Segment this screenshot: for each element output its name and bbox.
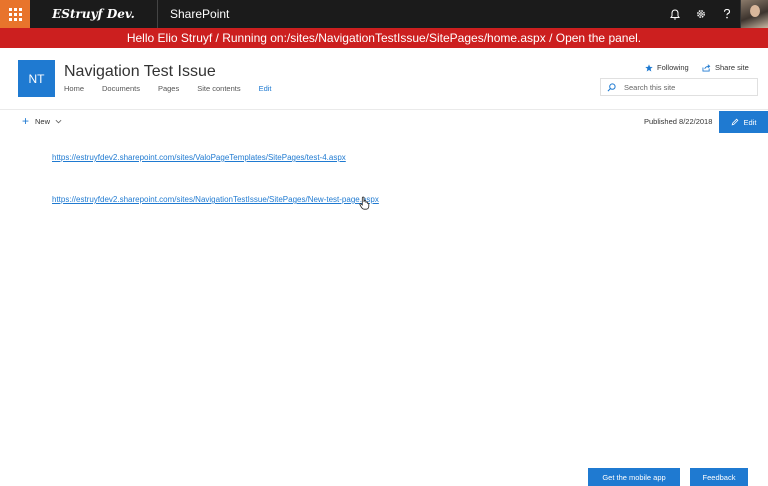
app-name-link[interactable]: SharePoint	[158, 7, 662, 21]
edit-button[interactable]: Edit	[719, 111, 768, 133]
gear-icon[interactable]	[688, 0, 714, 28]
pencil-icon	[731, 118, 738, 126]
hand-pointer-cursor-icon	[359, 196, 370, 210]
plus-icon: +	[22, 114, 30, 128]
star-icon	[645, 63, 653, 71]
edit-label: Edit	[743, 117, 757, 127]
search-icon	[607, 82, 616, 91]
nav-item-site-contents[interactable]: Site contents	[197, 84, 240, 93]
tenant-brand-logo[interactable]: EStruyf Dev.	[30, 0, 158, 28]
share-icon	[702, 63, 711, 72]
get-mobile-app-button[interactable]: Get the mobile app	[588, 468, 680, 486]
site-header: NT Navigation Test Issue Home Documents …	[0, 48, 768, 110]
user-avatar[interactable]	[740, 0, 768, 28]
search-input[interactable]	[624, 82, 744, 92]
app-launcher-button[interactable]	[0, 0, 30, 28]
share-label: Share site	[715, 63, 749, 72]
chevron-down-icon	[55, 119, 62, 123]
site-navigation: Home Documents Pages Site contents Edit	[64, 84, 290, 93]
site-logo[interactable]: NT	[18, 60, 55, 97]
nav-item-home[interactable]: Home	[64, 84, 84, 93]
nav-edit-link[interactable]: Edit	[259, 84, 272, 93]
nav-item-pages[interactable]: Pages	[158, 84, 179, 93]
help-icon[interactable]	[714, 0, 740, 28]
new-label: New	[35, 116, 51, 126]
suite-bar: EStruyf Dev. SharePoint	[0, 0, 768, 28]
nav-item-documents[interactable]: Documents	[102, 84, 140, 93]
following-label: Following	[657, 63, 689, 72]
content-link-1[interactable]: https://estruyfdev2.sharepoint.com/sites…	[52, 153, 346, 162]
site-title[interactable]: Navigation Test Issue	[64, 63, 216, 81]
waffle-icon	[8, 7, 22, 21]
share-site-button[interactable]: Share site	[702, 63, 749, 72]
notification-bell-icon[interactable]	[662, 0, 688, 28]
published-status: Published 8/22/2018	[644, 117, 713, 126]
custom-header-banner[interactable]: Hello Elio Struyf / Running on:/sites/Na…	[0, 28, 768, 48]
feedback-button[interactable]: Feedback	[690, 468, 748, 486]
content-link-2[interactable]: https://estruyfdev2.sharepoint.com/sites…	[52, 195, 379, 204]
command-bar: + New Published 8/22/2018 Edit	[0, 111, 768, 133]
new-button[interactable]: + New	[22, 115, 62, 127]
site-search-box[interactable]	[600, 78, 758, 96]
following-button[interactable]: Following	[645, 63, 689, 72]
